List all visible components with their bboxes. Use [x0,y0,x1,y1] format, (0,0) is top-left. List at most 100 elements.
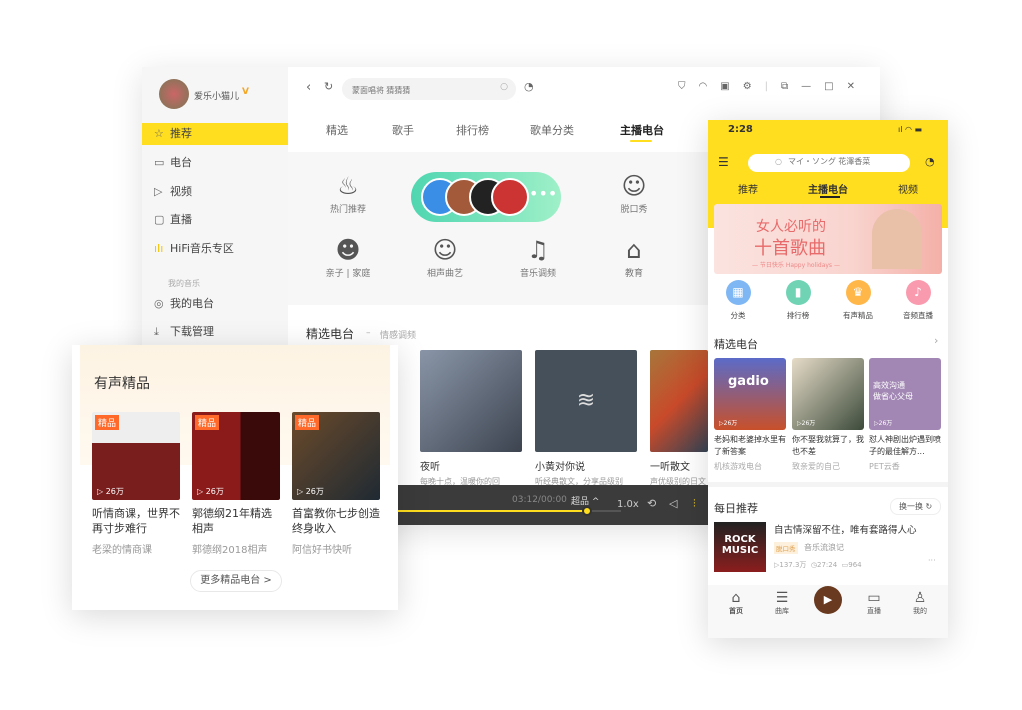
radio-card[interactable]: 夜听 每晚十点，温暖你的回 [420,350,522,487]
daily-cover[interactable]: ROCK MUSIC [714,522,766,572]
category-education[interactable]: ⌂ 教育 [594,234,674,279]
tab-radio-hosts[interactable]: 主播电台 [620,122,664,138]
crown-icon: ♛ [845,280,871,305]
banner-subtitle: — 节日快乐 Happy holidays — [752,262,840,269]
sidebar-item-my-radio[interactable]: ◎ 我的电台 [142,293,288,315]
daily-tag: 脱口秀 [774,542,798,554]
category-talk-show[interactable]: ☺ 脱口秀 [594,170,674,215]
loop-icon[interactable]: ⟲ [647,497,656,510]
sidebar-item-recommend[interactable]: ☆ 推荐 [142,123,288,145]
nav-profile[interactable]: ♙ 我的 [900,590,940,616]
menu-icon[interactable]: ☰ [718,155,729,169]
sidebar-item-radio[interactable]: ▭ 电台 [142,152,288,174]
refresh-button[interactable]: 换一换 ↻ [890,498,942,515]
promo-banner[interactable]: 女人必听的 十首歌曲 — 节日快乐 Happy holidays — [714,204,942,274]
player-bar: 03:12/00:00 超品 ^ 1.0x ⟲ ◁ ⫶ [395,485,708,525]
mobile-tab-radio-hosts[interactable]: 主播电台 [808,181,848,196]
cover-text: gadio [728,374,769,389]
premium-item[interactable]: 精品 ▷ 26万 首富教你七步创造终身收入 阿信好书快听 [292,412,380,556]
more-premium-button[interactable]: 更多精品电台 > [190,570,282,592]
sidebar-item-label: 我的电台 [170,297,214,310]
search-icon[interactable]: ○ [500,82,508,92]
quality-selector[interactable]: 超品 ^ [571,494,599,507]
volume-icon[interactable]: ◁ [669,497,677,510]
settings-icon[interactable]: ⚙ [743,81,765,92]
username[interactable]: 爱乐小猫儿 [194,89,239,102]
close-icon[interactable]: ✕ [847,81,868,92]
tab-charts[interactable]: 排行榜 [456,122,489,138]
equalizer-icon[interactable]: ⫶ [693,497,696,511]
progress-track[interactable] [395,506,621,516]
nav-label: 首页 [729,607,743,615]
nav-live[interactable]: ▭ 直播 [854,590,894,616]
quick-audio-live[interactable]: ♪ 音频直播 [888,280,948,321]
progress-handle[interactable] [582,506,593,516]
mobile-tab-video[interactable]: 视频 [898,181,918,196]
mobile-search-input[interactable] [788,157,903,166]
search-input[interactable] [352,86,492,95]
grid-icon: ▦ [725,280,751,305]
chevron-right-icon[interactable]: › [934,334,938,347]
daily-item-title[interactable]: 自古情深留不住，唯有套路得人心 [774,522,917,536]
live-icon: ▢ [154,213,165,226]
tab-playlists[interactable]: 歌单分类 [530,122,574,138]
sidebar-item-video[interactable]: ▷ 视频 [142,181,288,203]
maximize-icon[interactable]: □ [824,81,846,92]
premium-item[interactable]: 精品 ▷ 26万 听情商课，世界不再寸步难行 老梁的情商课 [92,412,180,556]
category-family[interactable]: ☻ 亲子 | 家庭 [308,234,388,279]
music-recognition-icon[interactable]: ◔ [524,80,534,93]
play-count: ▷ 26万 [197,487,224,496]
play-count: ▷26万 [797,420,816,427]
person-icon: ♙ [913,590,927,606]
mobile-radio-card[interactable]: 高效沟通 做省心父母 ▷26万 怼人神剧出炉遇到喷子的最佳解方... PET云香 [869,358,941,472]
cover-image [420,350,522,452]
card-title: 老妈和老婆掉水里有了新答案 [714,435,786,456]
mobile-tab-recommend[interactable]: 推荐 [738,181,758,196]
quick-premium[interactable]: ♛ 有声精品 [828,280,888,321]
back-icon[interactable]: ‹ [306,80,311,95]
nav-library[interactable]: ☰ 曲库 [762,590,802,616]
host-avatar[interactable] [491,178,529,216]
quick-category[interactable]: ▦ 分类 [708,280,768,321]
skin-icon[interactable]: ⛉ [678,81,699,92]
mobile-radio-card[interactable]: ▷26万 你不娶我就算了，我也不差 致亲爱的自己 [792,358,864,472]
cover-image: 精品 ▷ 26万 [292,412,380,500]
mobile-search-bar[interactable]: ○ [748,154,910,172]
host-avatars-bubble[interactable]: ••• [411,172,561,222]
play-count-value: 26万 [723,420,738,427]
category-hot[interactable]: ♨ 热门推荐 [308,170,388,215]
nav-home[interactable]: ⌂ 首页 [716,590,756,616]
cover-image: gadio ▷26万 [714,358,786,430]
play-count-value: 26万 [205,487,224,496]
hifi-icon: ıIı [154,242,164,255]
radio-card[interactable]: ≋ 小黄对你说 听经典散文，分享品级别 [535,350,637,487]
refresh-icon[interactable]: ↻ [324,80,333,93]
tab-featured[interactable]: 精选 [326,122,348,138]
play-disc-icon[interactable]: ▶ [814,586,842,614]
sidebar-item-hifi[interactable]: ıIı HiFi音乐专区 [142,238,288,260]
mini-mode-icon[interactable]: ⧉ [781,81,801,92]
premium-item[interactable]: 精品 ▷ 26万 郭德纲21年精选相声 郭德纲2018相声 [192,412,280,556]
headphones-icon[interactable]: ◠ [699,81,721,92]
card-subtitle: 机核游戏电台 [714,462,762,471]
speed-button[interactable]: 1.0x [617,499,639,510]
search-bar[interactable]: ○ [342,78,516,100]
category-crosstalk[interactable]: ☺ 相声曲艺 [405,234,485,279]
tab-singers[interactable]: 歌手 [392,122,414,138]
search-icon: ○ [775,157,782,166]
play-count: ▷ 26万 [297,487,324,496]
more-icon[interactable]: ••• [529,184,557,203]
quick-charts[interactable]: ▮ 排行榜 [768,280,828,321]
radio-card[interactable]: 一听散文 声优级别的日文 [650,350,708,487]
play-count: ▷ 26万 [97,487,124,496]
more-options-icon[interactable]: ··· [928,556,936,565]
category-music-fm[interactable]: ♫ 音乐调频 [498,234,578,279]
sidebar-item-live[interactable]: ▢ 直播 [142,209,288,231]
minimize-icon[interactable]: — [801,81,824,92]
sidebar-item-download[interactable]: ⤓ 下载管理 [142,321,288,343]
bar-chart-icon: ▮ [785,280,811,305]
message-icon[interactable]: ▣ [720,81,742,92]
music-recognition-icon[interactable]: ◔ [925,155,935,168]
avatar[interactable] [159,79,189,109]
mobile-radio-card[interactable]: gadio ▷26万老妈和老婆掉水里有了新答案机核游戏电台 [714,358,786,472]
